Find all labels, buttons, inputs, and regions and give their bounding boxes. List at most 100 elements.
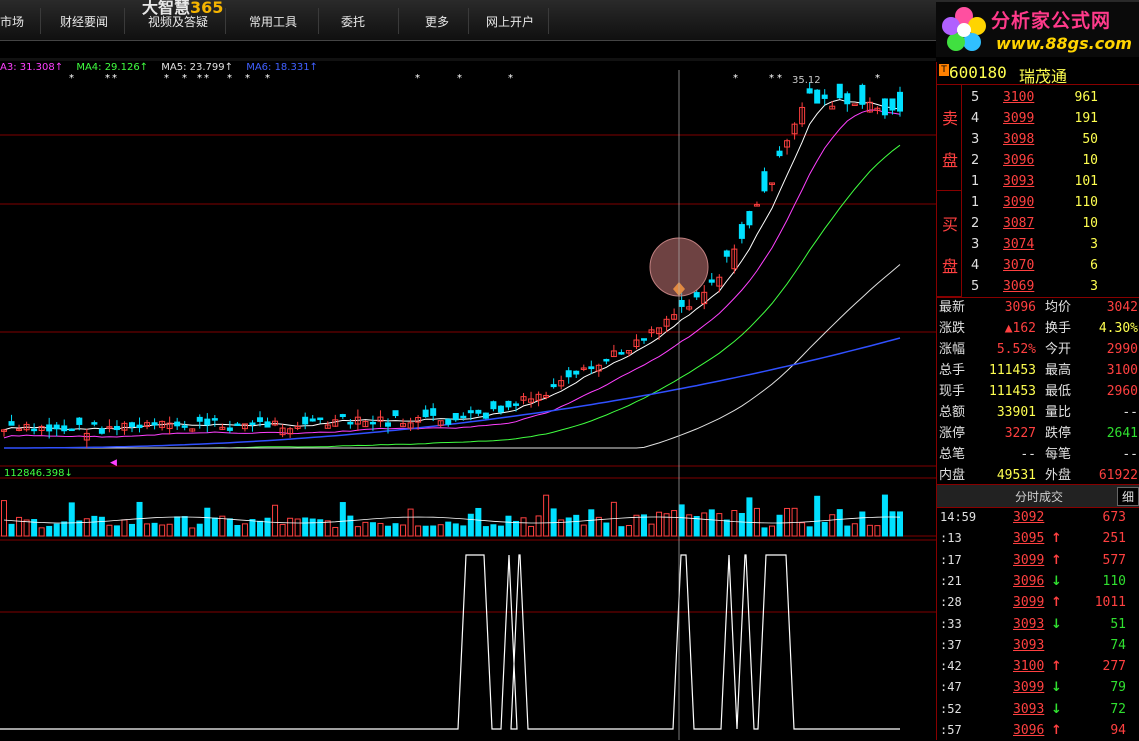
quote-row[interactable]: 涨停 3227 跌停 2641	[937, 423, 1139, 444]
kline-chart[interactable]: * * * * * * * * * * * * * * * * * ◀ 35.12 112846.398↓	[0, 58, 936, 740]
menu-open-account[interactable]: 网上开户	[486, 13, 534, 30]
candle-body	[550, 384, 557, 388]
level-number: 1	[971, 174, 980, 189]
volume-bar	[211, 517, 218, 537]
tick-row[interactable]: 14:59 3092 673	[937, 507, 1139, 528]
buy-price: 3090	[1003, 195, 1035, 210]
volume-bar	[430, 525, 437, 537]
tick-row[interactable]: :28 3099 ↑ 1011	[937, 592, 1139, 613]
buy-level-row[interactable]: 3 3074 3	[937, 234, 1139, 255]
sell-level-row[interactable]: 2 3096 10	[937, 150, 1139, 171]
volume-bar	[769, 525, 775, 537]
level-number: 5	[971, 90, 980, 105]
menu-market[interactable]: 市场	[0, 13, 24, 30]
level-number: 3	[971, 237, 980, 252]
sell-volume: 50	[1082, 132, 1098, 147]
signal-star: *	[415, 73, 420, 84]
level-number: 4	[971, 111, 980, 126]
tick-row[interactable]: :47 3099 ↓ 79	[937, 677, 1139, 698]
quote-label: 内盘	[939, 468, 966, 483]
scroll-left-icon: ◀	[110, 458, 117, 468]
ticks-detail-button[interactable]: 细	[1117, 487, 1139, 506]
tick-row[interactable]: :52 3093 ↓ 72	[937, 699, 1139, 720]
volume-bar	[272, 504, 279, 537]
buy-level-row[interactable]: 5 3069 3	[937, 276, 1139, 297]
tick-row[interactable]: :37 3093 74	[937, 635, 1139, 656]
volume-bar	[482, 526, 489, 537]
volume-bar	[731, 510, 738, 537]
volume-bar	[53, 523, 60, 537]
candle-body	[264, 421, 271, 428]
quote-row[interactable]: 总额 33901 量比 --	[937, 402, 1139, 423]
menu-tools[interactable]: 常用工具	[249, 13, 297, 30]
candle-body	[339, 414, 346, 418]
quote-label: 量比	[1045, 405, 1072, 420]
volume-bar	[392, 523, 399, 537]
tick-price: 3092	[1013, 510, 1045, 525]
tick-row[interactable]: :57 3096 ↑ 94	[937, 720, 1139, 741]
candle-body	[693, 292, 700, 298]
volume-bar	[113, 525, 120, 537]
quote-row[interactable]: 最新 3096 均价 3042	[937, 297, 1139, 318]
quote-row[interactable]: 内盘 49531 外盘 61922	[937, 465, 1139, 486]
volume-bar	[354, 526, 361, 537]
buy-level-row[interactable]: 4 3070 6	[937, 255, 1139, 276]
sell-level-row[interactable]: 1 3093 101	[937, 171, 1139, 192]
tick-time: :21	[940, 573, 962, 588]
sell-price: 3096	[1003, 153, 1035, 168]
volume-bar	[219, 515, 226, 537]
quote-row[interactable]: 现手 111453 最低 2960	[937, 381, 1139, 402]
volume-bar	[881, 494, 888, 537]
tick-row[interactable]: :33 3093 ↓ 51	[937, 614, 1139, 635]
quote-row[interactable]: 涨跌 ▲162 换手 4.30%	[937, 318, 1139, 339]
volume-bar	[377, 522, 384, 537]
candle-body	[475, 409, 482, 414]
buy-level-row[interactable]: 1 3090 110	[937, 192, 1139, 213]
candle-body	[844, 93, 851, 105]
quote-value: 61922	[1098, 468, 1138, 483]
sell-volume: 961	[1074, 90, 1098, 105]
quote-row[interactable]: 涨幅 5.52% 今开 2990	[937, 339, 1139, 360]
candle-body	[505, 400, 512, 408]
quote-value: --	[1122, 447, 1138, 462]
candle-body	[708, 279, 715, 283]
tick-volume: 673	[1102, 510, 1126, 525]
tick-row[interactable]: :13 3095 ↑ 251	[937, 528, 1139, 549]
quote-row[interactable]: 总手 111453 最高 3100	[937, 360, 1139, 381]
ma-line	[3, 99, 901, 431]
candle-body	[317, 417, 324, 421]
menu-finance-news[interactable]: 财经要闻	[60, 13, 108, 30]
menu-trade[interactable]: 委托	[341, 13, 365, 30]
buy-level-row[interactable]: 2 3087 10	[937, 213, 1139, 234]
tick-arrow-icon: ↓	[1051, 573, 1062, 589]
volume-bar	[302, 517, 309, 537]
tick-row[interactable]: :21 3096 ↓ 110	[937, 571, 1139, 592]
tick-arrow-icon: ↑	[1051, 552, 1062, 568]
tick-volume: 94	[1110, 723, 1126, 738]
ma-line	[4, 264, 901, 449]
candle-body	[746, 211, 753, 226]
volume-bar	[776, 514, 783, 537]
quote-value: 111453	[989, 384, 1036, 399]
volume-bar	[452, 523, 459, 537]
volume-bar	[294, 518, 301, 537]
quote-row[interactable]: 总笔 -- 每笔 --	[937, 444, 1139, 465]
volume-bar	[761, 527, 768, 537]
volume-label: 112846.398↓	[4, 468, 73, 479]
volume-bar	[144, 523, 151, 537]
volume-bar	[753, 507, 760, 537]
volume-bar	[106, 524, 113, 537]
sell-level-row[interactable]: 5 3100 961	[937, 87, 1139, 108]
tick-row[interactable]: :17 3099 ↑ 577	[937, 550, 1139, 571]
sell-level-row[interactable]: 4 3099 191	[937, 108, 1139, 129]
menu-video-qa[interactable]: 视频及答疑	[148, 13, 208, 30]
tick-row[interactable]: :42 3100 ↑ 277	[937, 656, 1139, 677]
buy-volume: 6	[1090, 258, 1098, 273]
menu-more[interactable]: 更多	[425, 13, 449, 30]
tick-arrow-icon: ↑	[1051, 723, 1062, 738]
candle-body	[8, 421, 15, 426]
tick-price: 3095	[1013, 531, 1045, 547]
sell-level-row[interactable]: 3 3098 50	[937, 129, 1139, 150]
candle-body	[618, 352, 625, 355]
candle-body	[513, 403, 519, 406]
